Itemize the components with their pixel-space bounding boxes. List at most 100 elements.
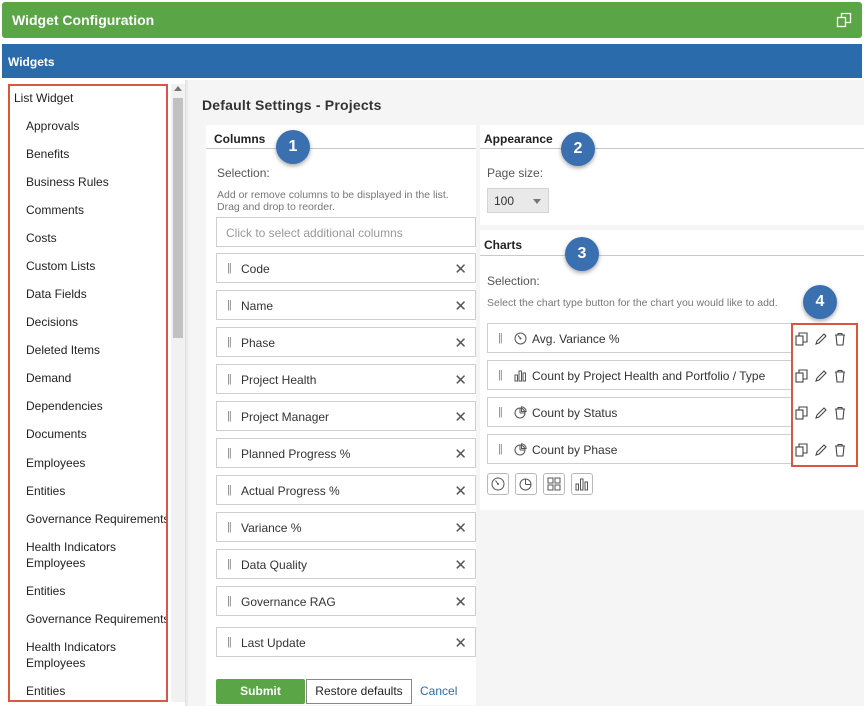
delete-icon[interactable]: [833, 443, 847, 457]
sidebar-scroll-thumb[interactable]: [173, 98, 183, 338]
chart-item-count-by-health-portfolio[interactable]: || Count by Project Health and Portfolio…: [487, 360, 793, 390]
column-item-label: Project Manager: [241, 410, 330, 424]
remove-icon[interactable]: ✕: [454, 408, 467, 426]
drag-handle-icon[interactable]: ||: [227, 447, 232, 459]
drag-handle-icon[interactable]: ||: [498, 369, 503, 381]
column-item-actual-progress[interactable]: || Actual Progress % ✕: [216, 475, 476, 505]
drag-handle-icon[interactable]: ||: [498, 443, 503, 455]
remove-icon[interactable]: ✕: [454, 634, 467, 652]
remove-icon[interactable]: ✕: [454, 371, 467, 389]
column-item-project-manager[interactable]: || Project Manager ✕: [216, 401, 476, 431]
copy-icon[interactable]: [795, 332, 809, 346]
edit-icon[interactable]: [814, 332, 828, 346]
cancel-link[interactable]: Cancel: [420, 684, 457, 698]
drag-handle-icon[interactable]: ||: [227, 410, 232, 422]
drag-handle-icon[interactable]: ||: [498, 332, 503, 344]
sidebar-item-custom-lists[interactable]: Custom Lists: [26, 258, 166, 274]
bar-chart-icon: [514, 370, 526, 382]
column-item-governance-rag[interactable]: || Governance RAG ✕: [216, 586, 476, 616]
column-item-data-quality[interactable]: || Data Quality ✕: [216, 549, 476, 579]
chart-item-count-by-phase[interactable]: || Count by Phase: [487, 434, 793, 464]
remove-icon[interactable]: ✕: [454, 445, 467, 463]
drag-handle-icon[interactable]: ||: [227, 595, 232, 607]
sidebar-item-employees[interactable]: Employees: [26, 455, 166, 471]
column-item-phase[interactable]: || Phase ✕: [216, 327, 476, 357]
restore-defaults-button[interactable]: Restore defaults: [306, 679, 412, 704]
sidebar-item-approvals[interactable]: Approvals: [26, 118, 166, 134]
chart-item-label: Count by Status: [532, 406, 618, 420]
edit-icon[interactable]: [814, 369, 828, 383]
popout-icon[interactable]: [836, 12, 852, 28]
sidebar-item-governance-requirements[interactable]: Governance Requirements: [26, 611, 166, 627]
column-item-variance[interactable]: || Variance % ✕: [216, 512, 476, 542]
delete-icon[interactable]: [833, 332, 847, 346]
columns-help-line1: Add or remove columns to be displayed in…: [217, 189, 449, 201]
drag-handle-icon[interactable]: ||: [227, 484, 232, 496]
remove-icon[interactable]: ✕: [454, 519, 467, 537]
sidebar-list: List Widget Approvals Benefits Business …: [8, 84, 168, 702]
scroll-up-icon[interactable]: [174, 86, 182, 91]
pie-chart-icon: [519, 478, 532, 491]
sidebar-scrollbar[interactable]: [171, 84, 185, 702]
copy-icon[interactable]: [795, 406, 809, 420]
sidebar-item-data-fields[interactable]: Data Fields: [26, 286, 166, 302]
drag-handle-icon[interactable]: ||: [227, 373, 232, 385]
sidebar-item-entities[interactable]: Entities: [26, 683, 166, 699]
sidebar-item-comments[interactable]: Comments: [26, 202, 166, 218]
charts-selection-label: Selection:: [487, 274, 540, 288]
add-gauge-chart-button[interactable]: [487, 473, 509, 495]
sidebar-item-documents[interactable]: Documents: [26, 426, 166, 442]
column-item-planned-progress[interactable]: || Planned Progress % ✕: [216, 438, 476, 468]
copy-icon[interactable]: [795, 369, 809, 383]
gauge-icon: [514, 332, 527, 345]
charts-heading: Charts: [484, 238, 523, 252]
sidebar-item-business-rules[interactable]: Business Rules: [26, 174, 166, 190]
remove-icon[interactable]: ✕: [454, 482, 467, 500]
sidebar-item-deleted-items[interactable]: Deleted Items: [26, 342, 166, 358]
drag-handle-icon[interactable]: ||: [498, 406, 503, 418]
sidebar-item-decisions[interactable]: Decisions: [26, 314, 166, 330]
window-title: Widget Configuration: [12, 12, 155, 28]
drag-handle-icon[interactable]: ||: [227, 336, 232, 348]
copy-icon[interactable]: [795, 443, 809, 457]
sidebar-item-demand[interactable]: Demand: [26, 370, 166, 386]
page-size-select[interactable]: 100: [487, 188, 549, 213]
drag-handle-icon[interactable]: ||: [227, 521, 232, 533]
submit-button[interactable]: Submit: [216, 679, 305, 704]
column-picker-input[interactable]: Click to select additional columns: [216, 217, 476, 247]
sidebar-item-entities[interactable]: Entities: [26, 483, 166, 499]
drag-handle-icon[interactable]: ||: [227, 262, 232, 274]
column-item-project-health[interactable]: || Project Health ✕: [216, 364, 476, 394]
remove-icon[interactable]: ✕: [454, 556, 467, 574]
delete-icon[interactable]: [833, 406, 847, 420]
column-item-last-update[interactable]: || Last Update ✕: [216, 627, 476, 657]
column-item-code[interactable]: || Code ✕: [216, 253, 476, 283]
chart-item-count-by-status[interactable]: || Count by Status: [487, 397, 793, 427]
drag-handle-icon[interactable]: ||: [227, 299, 232, 311]
add-grid-chart-button[interactable]: [543, 473, 565, 495]
sidebar-item-list-widget[interactable]: List Widget: [14, 90, 166, 106]
edit-icon[interactable]: [814, 406, 828, 420]
remove-icon[interactable]: ✕: [454, 260, 467, 278]
column-item-label: Planned Progress %: [241, 447, 351, 461]
add-pie-chart-button[interactable]: [515, 473, 537, 495]
sidebar-item-benefits[interactable]: Benefits: [26, 146, 166, 162]
sidebar-item-costs[interactable]: Costs: [26, 230, 166, 246]
remove-icon[interactable]: ✕: [454, 297, 467, 315]
add-bar-chart-button[interactable]: [571, 473, 593, 495]
sidebar-item-health-indicators[interactable]: Health Indicators: [26, 639, 166, 655]
sidebar-item-employees[interactable]: Employees: [26, 655, 166, 671]
remove-icon[interactable]: ✕: [454, 593, 467, 611]
drag-handle-icon[interactable]: ||: [227, 558, 232, 570]
column-item-name[interactable]: || Name ✕: [216, 290, 476, 320]
delete-icon[interactable]: [833, 369, 847, 383]
sidebar-item-governance-requirements[interactable]: Governance Requirements: [26, 511, 166, 527]
chart-item-avg-variance[interactable]: || Avg. Variance %: [487, 323, 793, 353]
sidebar-item-employees[interactable]: Employees: [26, 555, 166, 571]
sidebar-item-dependencies[interactable]: Dependencies: [26, 398, 166, 414]
edit-icon[interactable]: [814, 443, 828, 457]
drag-handle-icon[interactable]: ||: [227, 636, 232, 648]
sidebar-item-health-indicators[interactable]: Health Indicators: [26, 539, 166, 555]
sidebar-item-entities[interactable]: Entities: [26, 583, 166, 599]
remove-icon[interactable]: ✕: [454, 334, 467, 352]
